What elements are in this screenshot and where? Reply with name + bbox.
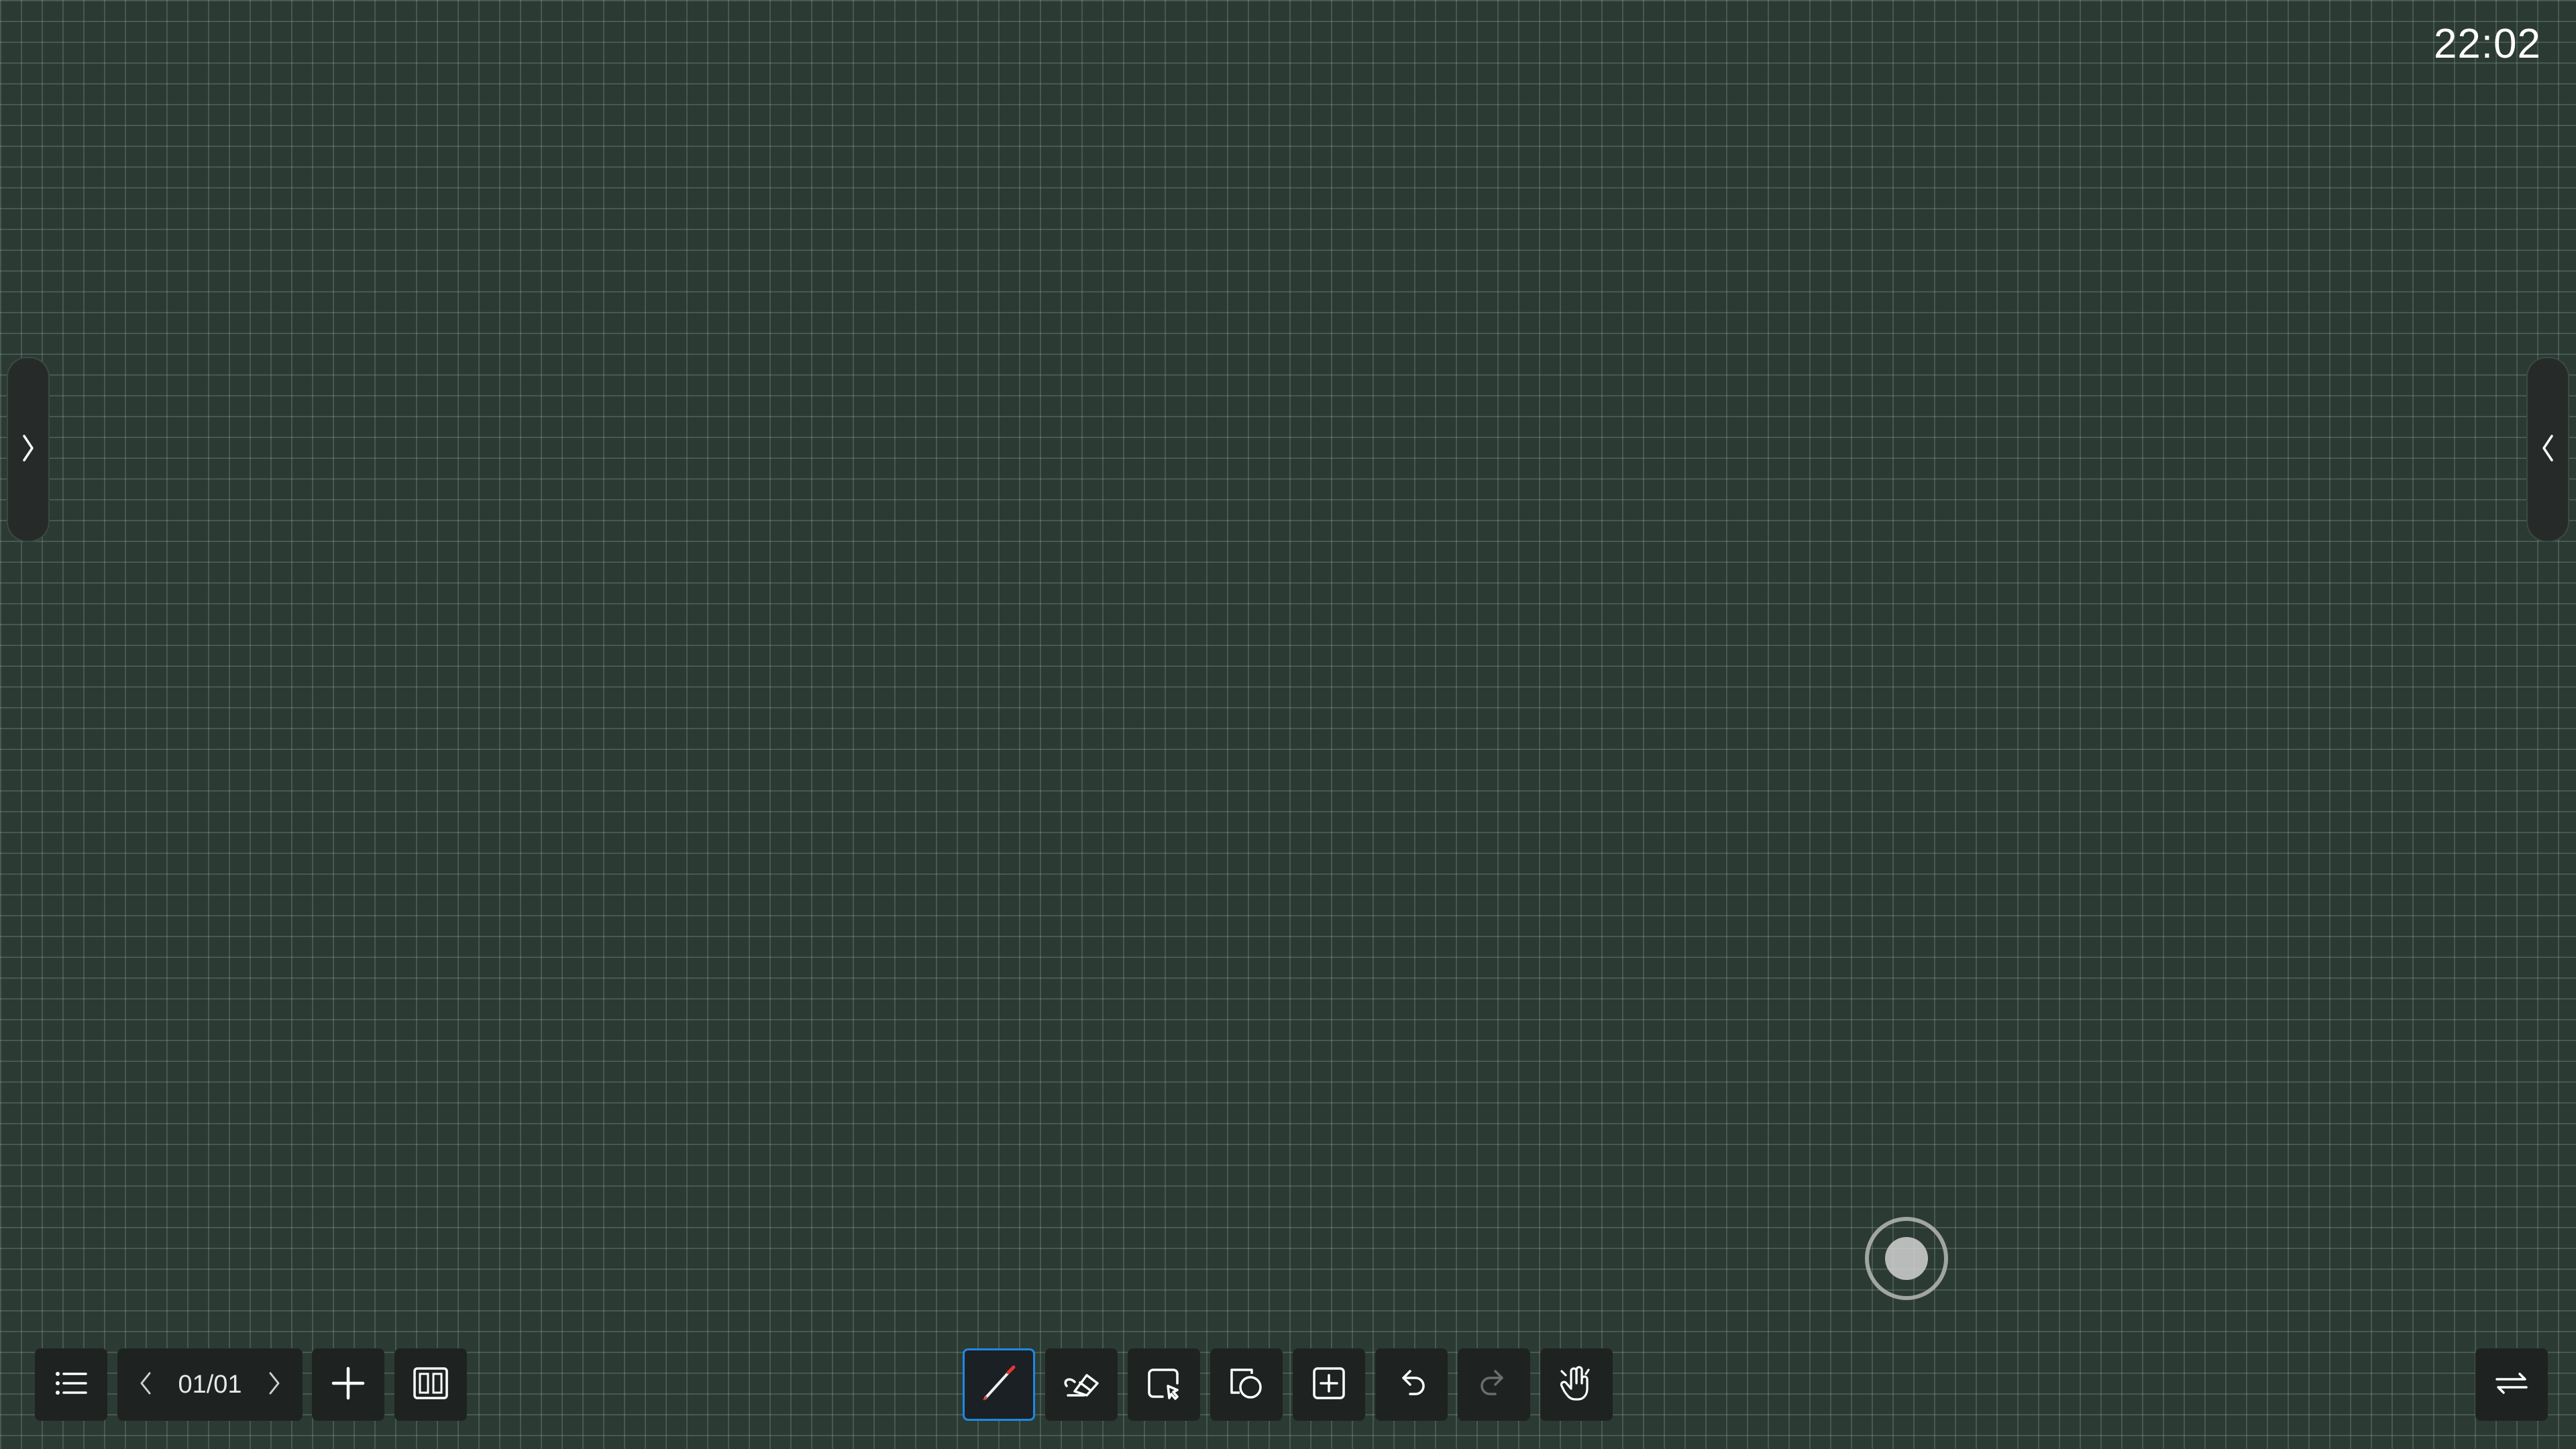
record-icon — [1885, 1237, 1928, 1280]
floating-record-button[interactable] — [1865, 1217, 1948, 1300]
chevron-right-icon — [18, 431, 38, 469]
insert-button[interactable] — [1293, 1348, 1365, 1421]
insert-icon — [1307, 1362, 1350, 1408]
pen-tool-button[interactable] — [963, 1348, 1035, 1421]
plus-icon — [327, 1362, 370, 1408]
page-list-button[interactable] — [35, 1348, 107, 1421]
redo-icon — [1472, 1362, 1515, 1408]
right-panel-handle[interactable] — [2526, 357, 2569, 542]
page-indicator: 01/01 — [178, 1370, 242, 1399]
eraser-tool-button[interactable] — [1045, 1348, 1118, 1421]
redo-button[interactable] — [1458, 1348, 1530, 1421]
gesture-tool-button[interactable] — [1540, 1348, 1613, 1421]
pen-icon — [977, 1362, 1020, 1408]
swap-icon — [2490, 1362, 2533, 1408]
shapes-icon — [1225, 1362, 1268, 1408]
shape-tool-button[interactable] — [1210, 1348, 1283, 1421]
columns-icon — [409, 1362, 452, 1408]
eraser-icon — [1060, 1362, 1103, 1408]
whiteboard-canvas[interactable] — [0, 0, 2576, 1449]
undo-button[interactable] — [1375, 1348, 1448, 1421]
page-navigator: 01/01 — [117, 1348, 303, 1421]
switch-toolbar-button[interactable] — [2475, 1348, 2548, 1421]
page-layout-button[interactable] — [394, 1348, 467, 1421]
next-page-button[interactable] — [261, 1364, 288, 1405]
hand-gesture-icon — [1555, 1362, 1598, 1408]
select-icon — [1142, 1362, 1185, 1408]
add-page-button[interactable] — [312, 1348, 384, 1421]
chevron-left-icon — [138, 1369, 154, 1401]
chevron-left-icon — [2538, 431, 2558, 469]
select-tool-button[interactable] — [1128, 1348, 1200, 1421]
left-panel-handle[interactable] — [7, 357, 50, 542]
undo-icon — [1390, 1362, 1433, 1408]
list-icon — [50, 1362, 93, 1408]
prev-page-button[interactable] — [132, 1364, 159, 1405]
chevron-right-icon — [266, 1369, 282, 1401]
clock: 22:02 — [2433, 21, 2541, 67]
